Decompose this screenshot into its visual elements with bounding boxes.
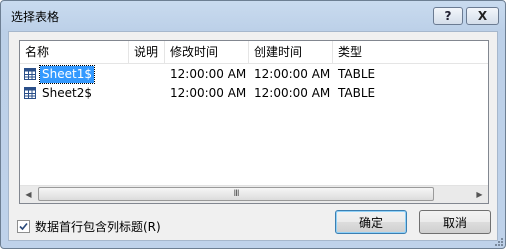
grip-icon: III <box>233 189 240 199</box>
resize-grip-icon[interactable] <box>493 236 503 246</box>
column-header-type[interactable]: 类型 <box>333 41 488 63</box>
row-name-cell: Sheet2$ <box>20 84 129 103</box>
list-header: 名称 说明 修改时间 创建时间 类型 <box>20 41 488 64</box>
row-type: TABLE <box>338 86 376 100</box>
close-icon: X <box>477 9 488 23</box>
scroll-thumb[interactable]: III <box>38 187 434 201</box>
help-icon: ? <box>444 9 452 23</box>
row-name: Sheet1$ <box>39 65 95 84</box>
dialog-body: 名称 说明 修改时间 创建时间 类型 Sheet1$ 12:00:00 AM 1… <box>8 31 498 241</box>
row-modified: 12:00:00 AM <box>170 86 247 100</box>
first-row-header-label: 数据首行包含列标题(R) <box>35 219 161 234</box>
arrow-right-icon: ▶ <box>476 190 483 199</box>
column-header-modified[interactable]: 修改时间 <box>165 41 249 63</box>
row-description <box>129 65 165 84</box>
table-list[interactable]: 名称 说明 修改时间 创建时间 类型 Sheet1$ 12:00:00 AM 1… <box>19 40 489 204</box>
title-bar[interactable]: 选择表格 ? X <box>1 1 505 31</box>
row-name: Sheet2$ <box>42 86 92 100</box>
table-row[interactable]: Sheet1$ 12:00:00 AM 12:00:00 AM TABLE <box>20 65 488 84</box>
row-modified: 12:00:00 AM <box>170 67 247 81</box>
row-created: 12:00:00 AM <box>254 86 331 100</box>
horizontal-scrollbar[interactable]: ◀ III ▶ <box>20 185 488 203</box>
row-type: TABLE <box>338 67 376 81</box>
check-icon <box>19 222 28 230</box>
scroll-right-button[interactable]: ▶ <box>471 186 488 203</box>
select-table-dialog: 选择表格 ? X 名称 说明 修改时间 创建时间 类型 Sheet1$ 12:0… <box>0 0 506 249</box>
row-description <box>129 84 165 103</box>
row-created: 12:00:00 AM <box>254 67 331 81</box>
column-header-name[interactable]: 名称 <box>20 41 129 63</box>
table-row[interactable]: Sheet2$ 12:00:00 AM 12:00:00 AM TABLE <box>20 84 488 103</box>
column-header-created[interactable]: 创建时间 <box>249 41 333 63</box>
table-icon <box>24 68 36 80</box>
row-name-cell: Sheet1$ <box>20 65 129 84</box>
ok-button[interactable]: 确定 <box>335 210 407 234</box>
table-icon <box>24 87 36 99</box>
cancel-button[interactable]: 取消 <box>419 210 491 234</box>
dialog-title: 选择表格 <box>11 10 60 24</box>
arrow-left-icon: ◀ <box>25 190 32 199</box>
scroll-left-button[interactable]: ◀ <box>20 186 37 203</box>
column-header-description[interactable]: 说明 <box>129 41 165 63</box>
first-row-header-checkbox[interactable] <box>17 219 30 233</box>
close-button[interactable]: X <box>466 7 499 25</box>
help-button[interactable]: ? <box>433 7 463 25</box>
first-row-header-option[interactable]: 数据首行包含列标题(R) <box>17 218 161 234</box>
